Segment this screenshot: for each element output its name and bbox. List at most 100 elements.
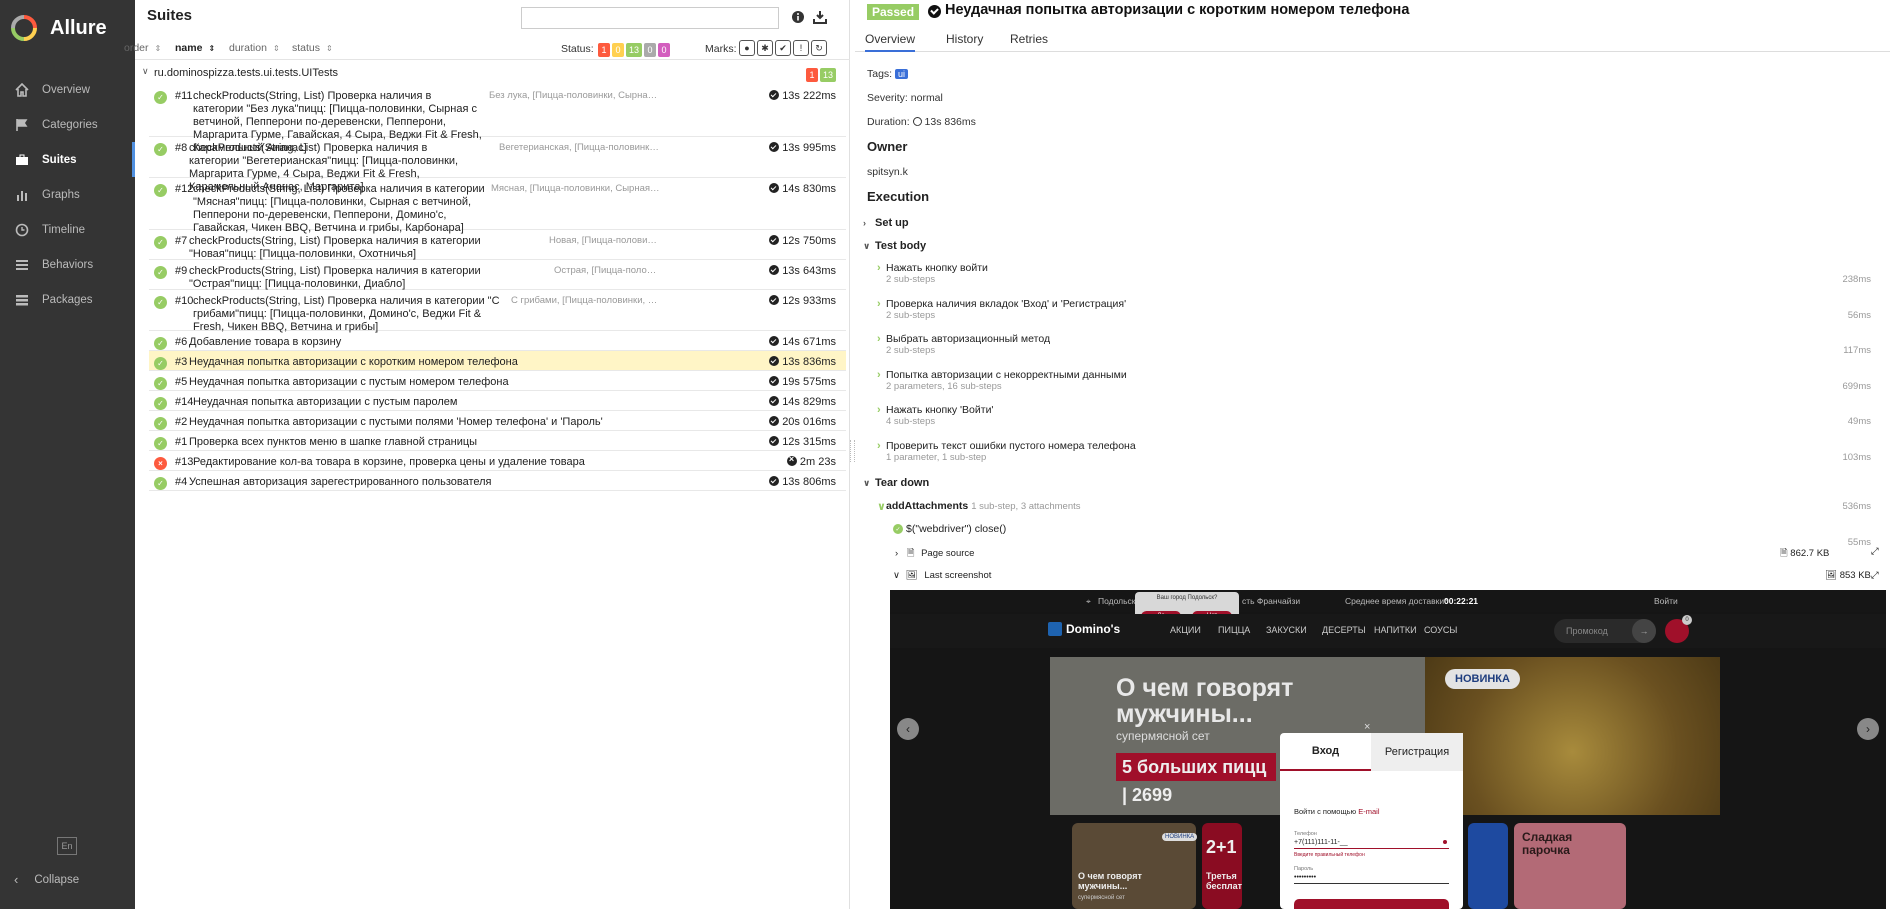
image-icon: 🖼 <box>905 570 918 581</box>
expand-icon[interactable]: ⤢ <box>1871 546 1879 557</box>
test-number: #6 <box>175 336 188 348</box>
teardown-section[interactable]: ∨ Tear down <box>863 477 929 489</box>
test-row[interactable]: ✓ #11 checkProducts(String, List) Проверка… <box>149 85 846 154</box>
sidebar-item-suites[interactable]: Suites <box>0 142 135 177</box>
site-topbar: ⌖ Подольск сть Франчайзи Среднее время д… <box>890 590 1886 612</box>
sort-duration[interactable]: duration ⇕ <box>229 42 280 54</box>
test-row[interactable]: ✓ #6 Добавление товара в корзину 14s 671ms <box>149 331 846 351</box>
test-step[interactable]: › Нажать кнопку войти 2 sub-steps 238ms <box>877 262 1877 290</box>
brand[interactable]: Allure <box>0 0 135 56</box>
test-name: checkProducts(String, List) Проверка нал… <box>193 183 485 234</box>
image-icon: 🖼 <box>1825 570 1838 581</box>
test-row[interactable]: ✓ #4 Успешная авторизация зарегестрированн… <box>149 471 846 491</box>
sidebar-item-behaviors[interactable]: Behaviors <box>0 247 135 282</box>
sort-status[interactable]: status ⇕ <box>292 42 333 54</box>
test-step[interactable]: › Попытка авторизации с некорректными дан… <box>877 369 1877 397</box>
test-row[interactable]: × #13 Редактирование кол-ва товара в корзи… <box>149 451 846 471</box>
step-duration: 49ms <box>1847 416 1871 427</box>
sidebar-item-timeline[interactable]: Timeline <box>0 212 135 247</box>
test-row[interactable]: ✓ #14 Неудачная попытка авторизации с пуст… <box>149 391 846 411</box>
add-attachments-meta: 1 sub-step, 3 attachments <box>971 501 1081 512</box>
card2-title: 2+1 <box>1206 837 1237 857</box>
allure-logo-icon <box>10 14 38 42</box>
step-substeps: 1 parameter, 1 sub-step <box>886 452 987 463</box>
tag-ui[interactable]: ui <box>895 69 909 79</box>
last-screenshot-attachment[interactable]: ∨ 🖼 Last screenshot <box>893 570 991 581</box>
duration-value: 13s 836ms <box>924 116 976 128</box>
step-substeps: 2 sub-steps <box>886 345 936 356</box>
clock-icon <box>14 222 30 238</box>
test-name: Успешная авторизация зарегестрированного… <box>189 476 492 488</box>
test-body-section[interactable]: ∨ Test body <box>863 240 926 252</box>
test-row[interactable]: ✓ #10 checkProducts(String, List) Проверка… <box>149 290 846 333</box>
clock-icon <box>769 235 780 245</box>
test-step[interactable]: › Проверка наличия вкладок 'Вход' и 'Реги… <box>877 298 1877 326</box>
site-login: Войти <box>1654 596 1678 606</box>
clock-icon <box>769 356 780 366</box>
status-filter-skipped[interactable]: 0 <box>644 43 657 57</box>
flaky-mark-icon[interactable]: ● <box>739 40 755 56</box>
passed-check-icon: ✓ <box>154 184 167 197</box>
sort-order[interactable]: order ⇕ <box>124 42 161 54</box>
test-step[interactable]: › Нажать кнопку 'Войти' 4 sub-steps 49ms <box>877 404 1877 432</box>
tab-history[interactable]: History <box>946 32 983 46</box>
new-passed-mark-icon[interactable]: ✔ <box>775 40 791 56</box>
clock-icon <box>786 454 797 466</box>
failed-icon: × <box>154 457 167 470</box>
step-substeps: 2 sub-steps <box>886 310 936 321</box>
last-screenshot-name: Last screenshot <box>924 570 992 581</box>
suite-group[interactable]: ∨ ru.dominospizza.tests.ui.tests.UITests… <box>135 65 850 83</box>
test-name: Редактирование кол-ва товара в корзине, … <box>193 456 585 468</box>
modal-submit-button <box>1294 899 1449 909</box>
test-row[interactable]: ✓ #9 checkProducts(String, List) Проверка … <box>149 260 846 290</box>
tab-retries[interactable]: Retries <box>1010 32 1048 46</box>
sidebar-item-packages[interactable]: Packages <box>0 282 135 317</box>
test-duration: 13s 643ms <box>769 265 836 277</box>
chevron-right-icon: › <box>877 262 881 274</box>
new-broken-mark-icon[interactable]: ! <box>793 40 809 56</box>
test-step[interactable]: › Проверить текст ошибки пустого номера т… <box>877 440 1877 468</box>
step-name: Нажать кнопку войти <box>886 262 988 274</box>
test-row[interactable]: ✓ #12 checkProducts(String, List) Проверка… <box>149 178 846 234</box>
sidebar-item-categories[interactable]: Categories <box>0 107 135 142</box>
passed-check-icon: ✓ <box>154 296 167 309</box>
chevron-down-icon: ∨ <box>863 241 871 251</box>
status-filter-broken[interactable]: 0 <box>612 43 624 57</box>
test-row[interactable]: ✓ #5 Неудачная попытка авторизации с пусты… <box>149 371 846 391</box>
banner-price: 5 больших пицц | 2699 <box>1116 753 1276 805</box>
sidebar-item-overview[interactable]: Overview <box>0 72 135 107</box>
collapse-button[interactable]: ‹ Collapse <box>14 872 79 887</box>
file-icon: 🗎 <box>1780 548 1788 559</box>
test-duration: 2m 23s <box>786 454 836 468</box>
site-nav-item: СОУСЫ <box>1424 625 1458 635</box>
promo-card: НОВИНКА О чем говорят мужчины... супермя… <box>1072 823 1198 909</box>
new-failed-mark-icon[interactable]: ✱ <box>757 40 773 56</box>
status-filter-unknown[interactable]: 0 <box>658 43 671 57</box>
test-row[interactable]: ✓ #1 Проверка всех пунктов меню в шапке гл… <box>149 431 846 451</box>
page-source-attachment[interactable]: › 🗎 Page source <box>895 546 974 562</box>
info-icon[interactable] <box>791 10 807 26</box>
test-row[interactable]: ✓ #2 Неудачная попытка авторизации с пусты… <box>149 411 846 431</box>
test-step[interactable]: › Выбрать авторизационный метод 2 sub-step… <box>877 333 1877 361</box>
test-number: #11 <box>175 90 193 102</box>
download-icon[interactable] <box>813 10 829 26</box>
sidebar-item-label: Categories <box>42 118 98 131</box>
language-button[interactable]: En <box>57 837 77 855</box>
test-row[interactable]: ✓ #3 Неудачная попытка авторизации с корот… <box>149 351 846 371</box>
promo-card: Сладкая парочка <box>1514 823 1626 909</box>
tab-overview[interactable]: Overview <box>865 32 916 52</box>
passed-check-icon: ✓ <box>154 437 167 450</box>
test-row[interactable]: ✓ #8 checkProducts(String, List) Проверка … <box>149 137 846 193</box>
sidebar-item-graphs[interactable]: Graphs <box>0 177 135 212</box>
briefcase-icon <box>14 152 30 168</box>
retries-mark-icon[interactable]: ↻ <box>811 40 827 56</box>
sort-bar: order ⇕ name ⇕ duration ⇕ status ⇕ Status: 1… <box>124 38 850 60</box>
expand-icon[interactable]: ⤢ <box>1871 570 1879 581</box>
cart-count: 0 <box>1682 615 1692 625</box>
search-input[interactable] <box>521 7 779 29</box>
status-filter-failed[interactable]: 1 <box>598 43 610 57</box>
sort-name[interactable]: name ⇕ <box>175 42 215 54</box>
setup-section[interactable]: › Set up <box>863 217 909 229</box>
test-row[interactable]: ✓ #7 checkProducts(String, List) Проверка … <box>149 230 846 260</box>
status-filter-passed[interactable]: 13 <box>626 43 643 57</box>
